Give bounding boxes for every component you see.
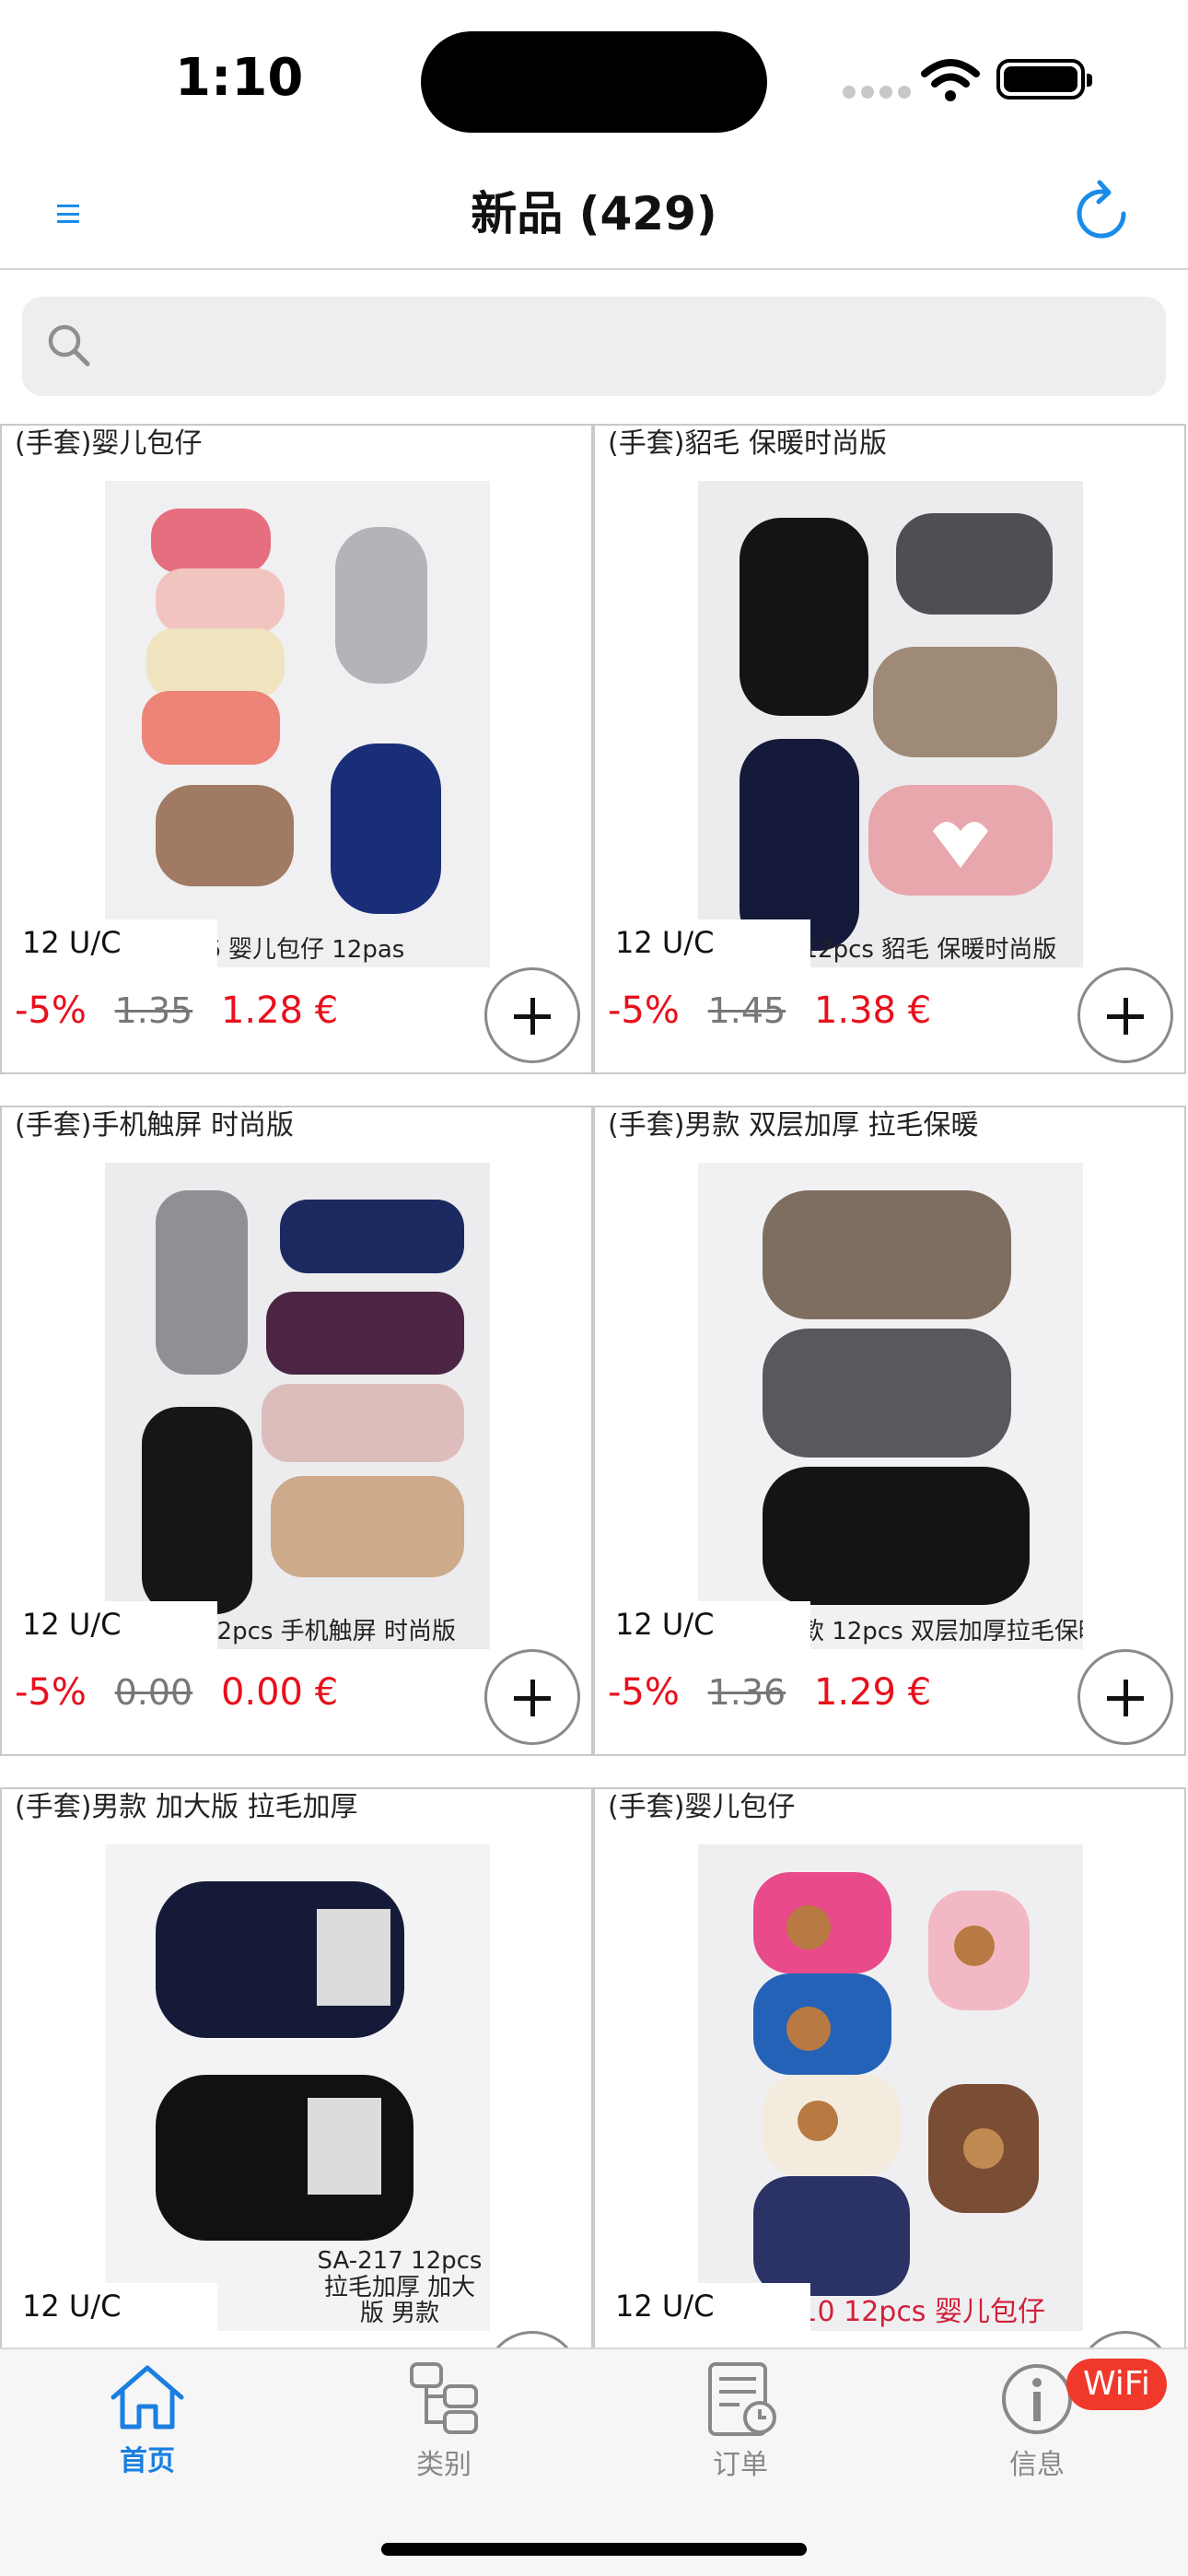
wifi-badge: WiFi [1066, 2359, 1167, 2410]
battery-icon [996, 59, 1092, 100]
price-row: -5% 1.45 1.38 € [608, 989, 931, 1032]
product-title: (手套)婴儿包仔 [15, 427, 203, 460]
unit-label: 12 U/C [13, 2283, 217, 2344]
order-icon [708, 2362, 776, 2436]
product-image[interactable]: 66 婴儿包仔 12pas [105, 481, 490, 967]
product-title: (手套)婴儿包仔 [608, 1791, 796, 1823]
unit-label: 12 U/C [13, 1601, 217, 1662]
price-row: -5% 1.35 1.28 € [15, 989, 338, 1032]
product-card[interactable]: (手套)男款 双层加厚 拉毛保暖 SA-71 男款 12pcs 双层加厚拉毛保暖… [593, 1106, 1186, 1756]
unit-label: 12 U/C [606, 919, 810, 980]
unit-label: 12 U/C [13, 919, 217, 980]
status-time: 1:10 [175, 48, 304, 108]
page-title: 新品 (429) [471, 187, 717, 240]
app-screen: 1:10 新品 (429) (手套)婴儿包仔 66 婴儿包仔 12pas 12 … [0, 0, 1188, 2576]
old-price: 0.00 [114, 1672, 193, 1713]
discount-label: -5% [608, 989, 680, 1032]
product-image[interactable]: A-78 12pcs 手机触屏 时尚版 [105, 1163, 490, 1649]
add-to-cart-button[interactable] [1077, 967, 1173, 1063]
tab-orders[interactable]: 订单 [648, 2360, 833, 2499]
search-input[interactable] [105, 297, 1146, 396]
image-caption: SA-217 12pcs 拉毛加厚 加大版 男款 [317, 2247, 483, 2328]
product-image[interactable]: SA-71 男款 12pcs 双层加厚拉毛保暖 [698, 1163, 1083, 1649]
product-title: (手套)男款 双层加厚 拉毛保暖 [608, 1109, 979, 1142]
tab-home[interactable]: 首页 [55, 2360, 239, 2499]
refresh-icon[interactable] [1065, 177, 1138, 251]
price-row: -5% 0.00 0.00 € [15, 1671, 338, 1714]
tab-label: 信息 [1009, 2449, 1065, 2481]
tab-bar: 首页 类别 订单 信息 WiFi [0, 2348, 1188, 2576]
home-indicator[interactable] [381, 2543, 807, 2556]
info-icon [1002, 2364, 1072, 2434]
old-price: 1.35 [114, 990, 193, 1031]
product-card[interactable]: (手套)婴儿包仔 SA-010 12pcs 婴儿包仔 12 U/C [593, 1787, 1186, 2348]
new-price: 1.29 € [813, 1671, 932, 1714]
product-card[interactable]: (手套)婴儿包仔 66 婴儿包仔 12pas 12 U/C -5% 1.35 1… [0, 424, 593, 1074]
old-price: 1.45 [707, 990, 786, 1031]
unit-label: 12 U/C [606, 1601, 810, 1662]
status-bar: 1:10 [0, 0, 1188, 157]
product-title: (手套)男款 加大版 拉毛加厚 [15, 1791, 358, 1823]
wifi-status-icon [921, 59, 980, 101]
product-image[interactable]: SA-010 12pcs 婴儿包仔 [698, 1844, 1083, 2331]
add-to-cart-button[interactable] [1077, 2331, 1173, 2348]
product-card[interactable]: (手套)貂毛 保暖时尚版 SA-81 12pcs 貂毛 保暖时尚版 12 U/C… [593, 424, 1186, 1074]
add-to-cart-button[interactable] [484, 967, 580, 1063]
cellular-signal-icon [843, 85, 916, 102]
home-icon [111, 2365, 184, 2430]
add-to-cart-button[interactable] [484, 2331, 580, 2348]
search-bar[interactable] [22, 297, 1166, 396]
product-title: (手套)貂毛 保暖时尚版 [608, 427, 887, 460]
product-grid: (手套)婴儿包仔 66 婴儿包仔 12pas 12 U/C -5% 1.35 1… [0, 424, 1188, 2348]
old-price: 1.36 [707, 1672, 786, 1713]
product-title: (手套)手机触屏 时尚版 [15, 1109, 294, 1142]
new-price: 1.28 € [220, 989, 339, 1032]
product-image[interactable]: SA-217 12pcs 拉毛加厚 加大版 男款 [105, 1844, 490, 2331]
discount-label: -5% [15, 989, 87, 1032]
product-card[interactable]: (手套)手机触屏 时尚版 A-78 12pcs 手机触屏 时尚版 12 U/C … [0, 1106, 593, 1756]
product-image[interactable]: SA-81 12pcs 貂毛 保暖时尚版 [698, 481, 1083, 967]
tab-category[interactable]: 类别 [352, 2360, 536, 2499]
category-icon [410, 2362, 478, 2434]
nav-header: 新品 (429) [0, 157, 1188, 270]
new-price: 1.38 € [813, 989, 932, 1032]
add-to-cart-button[interactable] [1077, 1649, 1173, 1745]
discount-label: -5% [15, 1671, 87, 1714]
search-icon [48, 324, 90, 367]
tab-label: 首页 [120, 2445, 175, 2477]
product-card[interactable]: (手套)男款 加大版 拉毛加厚 SA-217 12pcs 拉毛加厚 加大版 男款… [0, 1787, 593, 2348]
tab-label: 订单 [713, 2449, 768, 2481]
discount-label: -5% [608, 1671, 680, 1714]
tab-label: 类别 [416, 2449, 472, 2481]
unit-label: 12 U/C [606, 2283, 810, 2344]
new-price: 0.00 € [220, 1671, 339, 1714]
dynamic-island [421, 31, 767, 133]
price-row: -5% 1.36 1.29 € [608, 1671, 931, 1714]
add-to-cart-button[interactable] [484, 1649, 580, 1745]
